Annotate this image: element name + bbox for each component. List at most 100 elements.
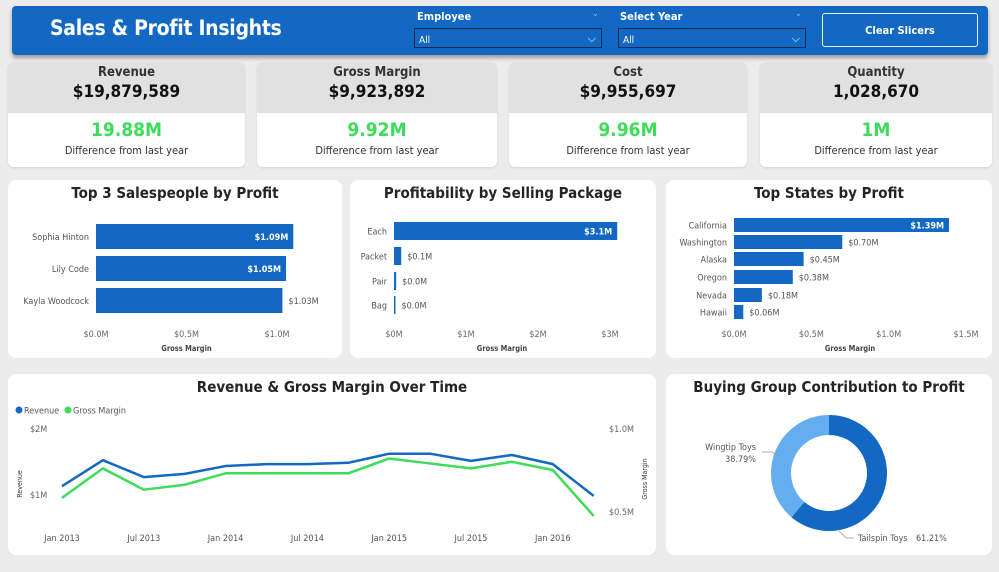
x-axis-title: Gross Margin [825,344,876,353]
kpi-label: Revenue [97,65,156,80]
category-label: Washington [679,239,727,249]
category-label: Packet [361,253,387,263]
category-label: Kayla Woodcock [23,297,89,307]
employee-dropdown[interactable]: All ⌵ [414,28,602,48]
package-bar-chart: Each $3.1M Packet $0.1M Pair $0.0M Bag $0.0M $0M… [361,222,619,353]
y-axis-title: Revenue [16,470,24,498]
y2-tick-label: $1.0M [609,425,634,435]
kpi-change: 9.92M [347,119,407,141]
category-label: Bag [371,302,387,312]
bar [734,288,762,302]
kpi-label: Cost [613,65,643,80]
kpi-value: $19,879,589 [72,82,181,102]
category-label: California [689,222,727,232]
x-tick-label: $0.5M [174,330,199,340]
data-label: $0.06M [749,309,779,319]
legend-marker-gross-margin [64,406,72,414]
data-label: $0.1M [407,253,432,263]
slice-percent: 38.79% [725,455,756,465]
kpi-card-cost: Cost $9,955,697 9.96M Difference from last… [509,62,747,167]
legend-label: Revenue [24,407,59,417]
kpi-note: Difference from last year [814,144,938,157]
data-label: $0.45M [810,256,840,266]
x-tick-label: Jan 2016 [534,534,571,544]
data-label: $0.70M [848,239,878,249]
x-tick-label: $0.0M [721,330,746,340]
kpi-value: $9,923,892 [328,82,426,102]
salespeople-bar-chart: Sophia Hinton $1.09M Lily Code $1.05M Kayla … [23,224,319,353]
bar [394,247,402,265]
x-axis-title: Gross Margin [477,344,528,353]
x-tick-label: $1M [457,330,474,340]
donut-slice [771,415,829,518]
category-label: Each [367,228,387,238]
data-label: $1.03M [288,297,318,307]
chevron-down-icon[interactable]: ⌄ [592,9,599,19]
x-tick-label: $1.0M [876,330,901,340]
x-tick-label: Jan 2014 [207,534,244,544]
y2-tick-label: $0.5M [609,508,634,518]
salespeople-chart-card: Top 3 Salespeople by Profit Sophia Hinto… [8,180,342,358]
slice-label: Wingtip Toys [705,443,756,453]
chevron-down-icon[interactable]: ⌄ [795,9,802,19]
leader-line [838,530,854,539]
kpi-change: 19.88M [90,119,163,141]
kpi-card-revenue: Revenue $19,879,589 19.88M Difference from… [8,62,245,167]
bar [734,305,744,319]
header-bar: Sales & Profit Insights Employee ⌄ All ⌵ … [12,6,988,55]
legend-label: Gross Margin [73,407,126,417]
x-tick-label: Jan 2013 [43,534,80,544]
category-label: Lily Code [52,265,89,275]
chevron-down-icon: ⌵ [791,32,800,45]
donut-chart-card: Buying Group Contribution to Profit Tail… [666,374,992,555]
states-bar-chart: California $1.39M Washington $0.70M Alaska $0… [679,218,979,353]
bar [734,235,843,249]
revenue-margin-line-chart: Revenue Gross Margin $2M $1M $1.0M $0.5M Reven… [15,406,649,544]
slice-label: Tailspin Toys [857,534,908,544]
line-chart-card: Revenue & Gross Margin Over Time Revenue… [8,374,656,555]
bar [394,272,397,290]
category-label: Sophia Hinton [32,233,89,243]
data-label: $0.38M [799,274,829,284]
states-chart-card: Top States by Profit California $1.39M Was… [666,180,992,358]
kpi-note: Difference from last year [64,144,189,157]
kpi-value: 1,028,670 [832,82,920,102]
data-label: $1.39M [910,222,944,232]
x-tick-label: $0.0M [83,330,108,340]
data-label: $0.0M [402,278,427,288]
page-title: Sales & Profit Insights [50,16,282,40]
kpi-change: 9.96M [598,119,658,141]
kpi-note: Difference from last year [315,144,439,157]
buying-group-donut-chart: Tailspin Toys 61.21% Wingtip Toys 38.79% [705,415,947,544]
category-label: Oregon [697,274,727,284]
data-label: $1.09M [255,233,289,243]
x-tick-label: $1.5M [954,330,979,340]
y-tick-label: $2M [30,425,47,435]
kpi-change: 1M [861,119,891,141]
kpi-note: Difference from last year [566,144,690,157]
series-line-gross-margin [61,457,595,517]
package-chart-card: Profitability by Selling Package Each $3.… [350,180,656,358]
category-label: Hawaii [700,309,727,319]
chevron-down-icon: ⌵ [587,32,596,45]
x-tick-label: Jan 2015 [370,534,407,544]
clear-slicers-button[interactable]: Clear Slicers [822,13,978,47]
x-tick-label: $0.5M [799,330,824,340]
data-label: $3.1M [584,228,612,238]
employee-slicer-label: Employee [417,10,472,23]
data-label: $0.18M [768,292,798,302]
x-tick-label: Jul 2014 [290,534,324,544]
slice-percent: 61.21% [916,534,947,544]
employee-value: All [419,35,431,46]
x-axis-title: Gross Margin [161,344,212,353]
y-tick-label: $1M [30,491,47,501]
legend-marker-revenue [15,406,23,414]
category-label: Alaska [701,256,727,266]
kpi-value: $9,955,697 [579,82,677,102]
x-tick-label: $0M [385,330,402,340]
kpi-label: Gross Margin [333,65,421,80]
year-slicer-label: Select Year [620,10,683,23]
kpi-card-gross-margin: Gross Margin $9,923,892 9.92M Difference f… [257,62,497,167]
year-dropdown[interactable]: All ⌵ [618,28,806,48]
bar [734,270,793,284]
